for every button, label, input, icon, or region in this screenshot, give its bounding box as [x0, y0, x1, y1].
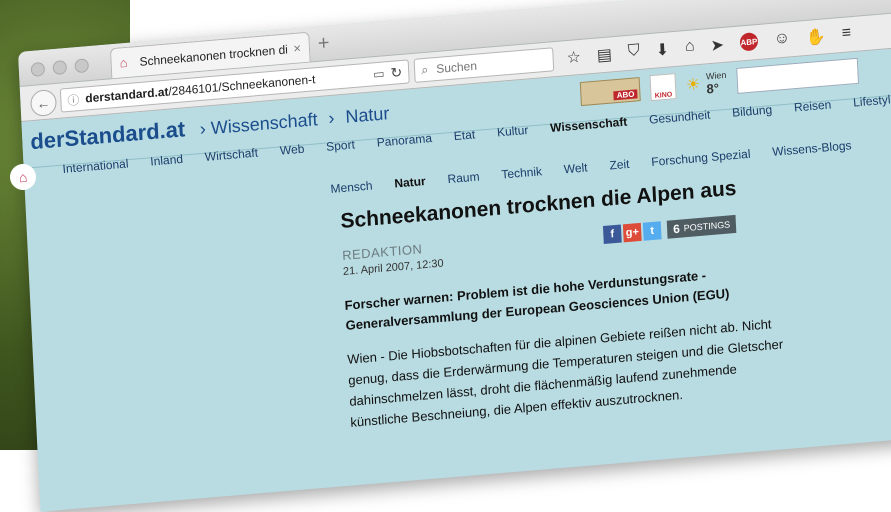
- window-controls: [30, 58, 90, 77]
- search-bar[interactable]: ⌕: [413, 47, 555, 83]
- breadcrumb-item-natur[interactable]: Natur: [345, 103, 390, 127]
- abo-label: ABO: [613, 89, 638, 101]
- home-favicon-icon: ⌂: [119, 54, 128, 71]
- info-icon[interactable]: ⓘ: [67, 91, 80, 109]
- nav-item[interactable]: Kultur: [496, 123, 528, 140]
- tab-close-icon[interactable]: ×: [293, 40, 301, 56]
- subnav-item[interactable]: Zeit: [609, 157, 630, 173]
- menu-icon[interactable]: ≡: [841, 24, 851, 45]
- download-icon[interactable]: ⬇: [655, 40, 669, 61]
- abo-badge[interactable]: ABO: [579, 77, 641, 107]
- url-path: /2846101/Schneekanonen-t: [168, 72, 316, 99]
- search-input[interactable]: [433, 52, 539, 78]
- facebook-share-icon[interactable]: f: [602, 224, 622, 245]
- breadcrumb: › Wissenschaft › Natur: [199, 103, 389, 140]
- twitter-share-icon[interactable]: t: [642, 221, 662, 241]
- send-icon[interactable]: ➤: [710, 35, 724, 56]
- postings-count: 6: [672, 221, 681, 237]
- breadcrumb-sep: ›: [199, 118, 207, 140]
- nav-item[interactable]: Sport: [326, 137, 356, 153]
- adblock-icon[interactable]: ABP: [739, 32, 759, 52]
- nav-item[interactable]: Etat: [453, 127, 475, 143]
- nav-item[interactable]: Lifestyle: [853, 92, 891, 110]
- googleplus-share-icon[interactable]: g+: [622, 222, 642, 243]
- reading-list-icon[interactable]: ▤: [596, 44, 612, 65]
- sun-icon: ☀: [685, 76, 701, 95]
- reader-view-icon[interactable]: ▭: [373, 66, 385, 81]
- pocket-icon[interactable]: ⛉: [627, 42, 640, 63]
- chat-icon[interactable]: ☺: [773, 29, 790, 50]
- reload-icon[interactable]: ↻: [390, 63, 403, 81]
- new-tab-button[interactable]: +: [317, 32, 330, 56]
- subnav-item[interactable]: Welt: [563, 160, 588, 176]
- search-icon: ⌕: [420, 61, 429, 78]
- extension-icon[interactable]: ✋: [806, 26, 827, 48]
- back-button[interactable]: ←: [29, 88, 58, 118]
- tab-title: Schneekanonen trocknen di...: [139, 41, 288, 69]
- site-logo[interactable]: derStandard.at: [30, 116, 186, 155]
- article: Schneekanonen trocknen die Alpen aus RED…: [340, 173, 789, 433]
- breadcrumb-item-wissenschaft[interactable]: Wissenschaft: [210, 109, 318, 138]
- kino-badge[interactable]: KINO: [649, 73, 677, 102]
- home-icon[interactable]: ⌂: [685, 37, 696, 58]
- subnav-item-active[interactable]: Natur: [394, 174, 426, 191]
- postings-label: POSTINGS: [683, 219, 731, 234]
- zoom-window-button[interactable]: [74, 58, 90, 74]
- url-domain: derstandard.at: [84, 84, 169, 106]
- close-window-button[interactable]: [30, 61, 46, 77]
- weather-widget[interactable]: ☀ Wien 8°: [685, 69, 727, 97]
- weather-temp: 8°: [706, 79, 720, 97]
- site-search-input[interactable]: [736, 57, 859, 94]
- bookmark-star-icon[interactable]: ☆: [566, 47, 581, 68]
- subnav-item[interactable]: Raum: [447, 169, 480, 186]
- minimize-window-button[interactable]: [52, 59, 68, 76]
- breadcrumb-sep: ›: [328, 107, 335, 129]
- nav-item[interactable]: Web: [279, 142, 305, 158]
- nav-item[interactable]: Inland: [150, 152, 184, 169]
